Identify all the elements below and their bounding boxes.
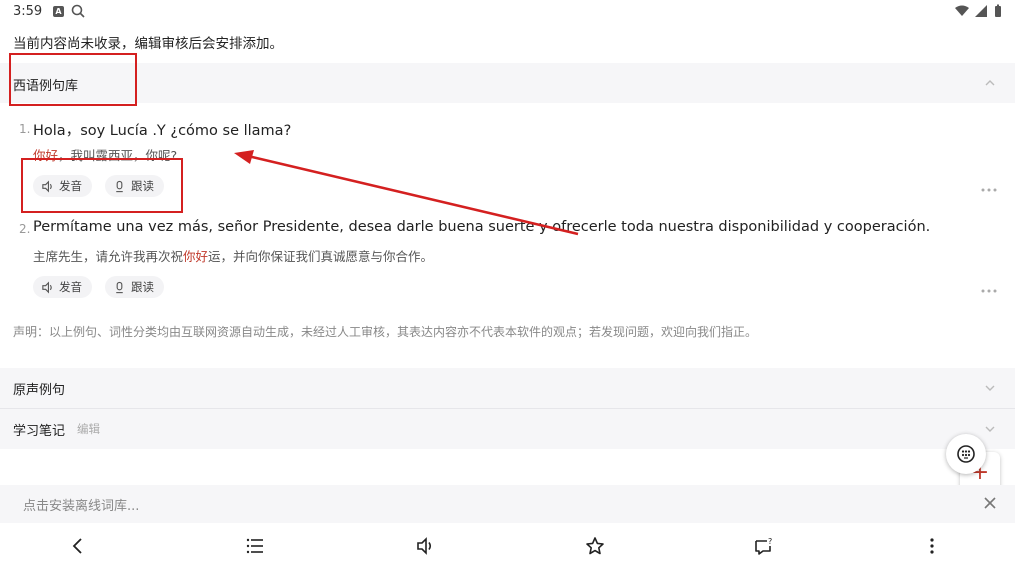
chevron-down-icon[interactable] bbox=[984, 423, 996, 435]
offline-dictionary-bar[interactable] bbox=[0, 485, 1015, 523]
bottom-toolbar bbox=[0, 523, 1015, 570]
sentence-number: 1. bbox=[19, 122, 31, 136]
follow-read-label: 跟读 bbox=[131, 280, 154, 294]
follow-read-button[interactable]: 跟读 bbox=[105, 276, 164, 298]
favorite-button[interactable] bbox=[583, 534, 607, 558]
section-header-original-examples[interactable] bbox=[0, 368, 1015, 408]
more-horizontal-icon[interactable] bbox=[981, 188, 997, 192]
annotation-box-action-buttons bbox=[21, 158, 183, 213]
section-header-spanish-examples[interactable] bbox=[0, 63, 1015, 103]
annotation-box-section-title bbox=[9, 53, 137, 106]
chevron-down-icon[interactable] bbox=[984, 382, 996, 394]
section-header-study-notes[interactable] bbox=[0, 409, 1015, 449]
not-included-notice: 当前内容尚未收录，编辑审核后会安排添加。 bbox=[13, 36, 283, 52]
more-button[interactable] bbox=[920, 534, 944, 558]
keypad-fab-button[interactable] bbox=[946, 434, 986, 474]
translation-highlight: 你好 bbox=[183, 249, 209, 264]
status-bar: 3:59 A bbox=[0, 0, 1015, 24]
speaker-icon bbox=[42, 281, 52, 293]
status-time: 3:59 bbox=[13, 4, 43, 19]
list-button[interactable] bbox=[243, 534, 267, 558]
signal-icon bbox=[975, 5, 987, 17]
sentence-translation: 主席先生，请允许我再次祝你好运，并向你保证我们真诚愿意与你合作。 bbox=[33, 246, 433, 265]
speak-button[interactable] bbox=[413, 534, 437, 558]
search-notification-icon bbox=[71, 4, 85, 18]
pronounce-label: 发音 bbox=[59, 280, 82, 294]
battery-icon bbox=[995, 6, 1001, 17]
status-system-icons bbox=[955, 4, 1001, 17]
study-notes-title: 学习笔记 bbox=[13, 424, 66, 439]
svg-text:?: ? bbox=[768, 537, 772, 546]
annotation-arrow bbox=[234, 150, 579, 236]
close-icon[interactable] bbox=[982, 495, 998, 511]
feedback-button[interactable]: ? bbox=[752, 534, 776, 558]
star-icon bbox=[586, 537, 604, 555]
keypad-icon bbox=[957, 445, 975, 463]
translation-text: 运，并向你保证我们真诚愿意与你合作。 bbox=[208, 249, 434, 264]
feedback-icon: ? bbox=[755, 537, 772, 555]
list-icon bbox=[246, 538, 263, 554]
more-vertical-icon bbox=[930, 538, 934, 554]
wifi-icon bbox=[955, 5, 969, 16]
sentence-spanish[interactable]: Hola，soy Lucía .Y ¿cómo se llama? bbox=[33, 119, 291, 140]
back-icon bbox=[72, 538, 82, 554]
pronounce-button[interactable]: 发音 bbox=[33, 276, 92, 298]
sentence-number: 2. bbox=[19, 222, 31, 236]
study-notes-edit-link[interactable]: 编辑 bbox=[77, 421, 100, 437]
microphone-icon bbox=[116, 281, 123, 293]
translation-text: 主席先生，请允许我再次祝 bbox=[33, 249, 184, 264]
install-offline-dictionary-text[interactable]: 点击安装离线词库... bbox=[23, 495, 139, 514]
speaker-icon bbox=[417, 537, 432, 555]
original-examples-title: 原声例句 bbox=[13, 383, 66, 398]
back-button[interactable] bbox=[66, 534, 90, 558]
disclaimer: 声明：以上例句、词性分类均由互联网资源自动生成，未经过人工审核，其表达内容亦不代… bbox=[13, 325, 758, 339]
app-notification-icon: A bbox=[53, 6, 64, 17]
more-horizontal-icon[interactable] bbox=[981, 289, 997, 293]
chevron-up-icon[interactable] bbox=[984, 77, 996, 89]
